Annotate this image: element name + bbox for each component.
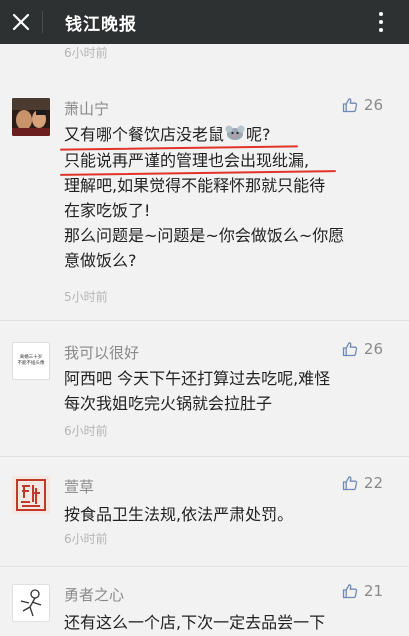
comment-line: 又有哪个餐饮店没老鼠 [64,125,225,144]
comment-line: 只能说再严谨的管理也会出现纰漏, [64,151,310,170]
comment-time: 5小时前 [64,290,108,304]
comment-line: 在家吃饭了! [64,201,151,220]
like-count: 26 [363,96,383,114]
avatar-text-line: 不能不插头像 [17,360,45,366]
divider [0,456,409,457]
comment-time: 6小时前 [64,46,108,60]
comment-line: 呢? [246,125,271,144]
commenter-name[interactable]: 萱草 [64,476,94,497]
comment-line: 还有这么一个店,下次一定去品尝一下 [64,613,326,632]
avatar-text: 离婚三十岁 不能不插头像 [15,344,47,367]
thumbs-up-icon [342,476,358,491]
seal-stamp-icon [12,476,50,514]
sketch-figure-icon [13,585,49,621]
avatar[interactable] [12,98,50,136]
like-count: 22 [363,474,383,492]
comment-time: 6小时前 [64,424,108,438]
comment-text: 按食品卫生法规,依法严肃处罚。 [64,502,384,527]
commenter-name[interactable]: 勇者之心 [64,584,124,605]
comment-line: 那么问题是~问题是~你会做饭么~你愿 [64,226,345,245]
like-button[interactable]: 21 [342,582,383,600]
like-count: 26 [363,340,383,358]
comment-line: 意做饭么? [64,251,137,270]
close-button[interactable] [0,0,42,44]
divider [0,320,409,321]
page-title: 钱江晚报 [65,14,137,35]
comment-line: 理解吧,如果觉得不能释怀那就只能待 [64,176,326,195]
comment-line: 按食品卫生法规,依法严肃处罚。 [64,505,294,524]
avatar-image [12,98,50,136]
avatar[interactable]: 离婚三十岁 不能不插头像 [12,342,50,380]
comment-text: 阿西吧 今天下午还打算过去吃呢,难怪 每次我姐吃完火锅就会拉肚子 [64,366,384,416]
thumbs-up-icon [342,342,358,357]
avatar[interactable] [12,584,50,622]
comment-text: 又有哪个餐饮店没老鼠 呢? 只能说再严谨的管理也会出现纰漏, 理解吧,如果觉得不能… [64,122,384,273]
commenter-name[interactable]: 我可以很好 [64,342,139,363]
divider [42,11,43,33]
avatar[interactable] [12,476,50,514]
comment-text: 还有这么一个店,下次一定去品尝一下 [64,610,384,635]
comment-list: 6小时前 萧山宁 26 又有哪个餐饮店没老鼠 呢? 只能说再严谨的管理也会出现纰漏… [0,0,409,636]
more-dot-icon [379,20,383,24]
more-dot-icon [379,28,383,32]
thumbs-up-icon [342,584,358,599]
comment-line: 每次我姐吃完火锅就会拉肚子 [64,394,273,413]
like-button[interactable]: 22 [342,474,383,492]
more-dot-icon [379,12,383,16]
comment-time: 6小时前 [64,532,108,546]
like-button[interactable]: 26 [342,340,383,358]
more-options-button[interactable] [371,10,391,34]
close-icon [12,13,30,31]
top-navigation-bar: 钱江晚报 [0,0,409,44]
thumbs-up-icon [342,98,358,113]
divider [0,566,409,567]
mouse-emoji-icon [224,123,246,148]
comment-line: 阿西吧 今天下午还打算过去吃呢,难怪 [64,369,331,388]
commenter-name[interactable]: 萧山宁 [64,98,109,119]
like-button[interactable]: 26 [342,96,383,114]
like-count: 21 [363,582,383,600]
